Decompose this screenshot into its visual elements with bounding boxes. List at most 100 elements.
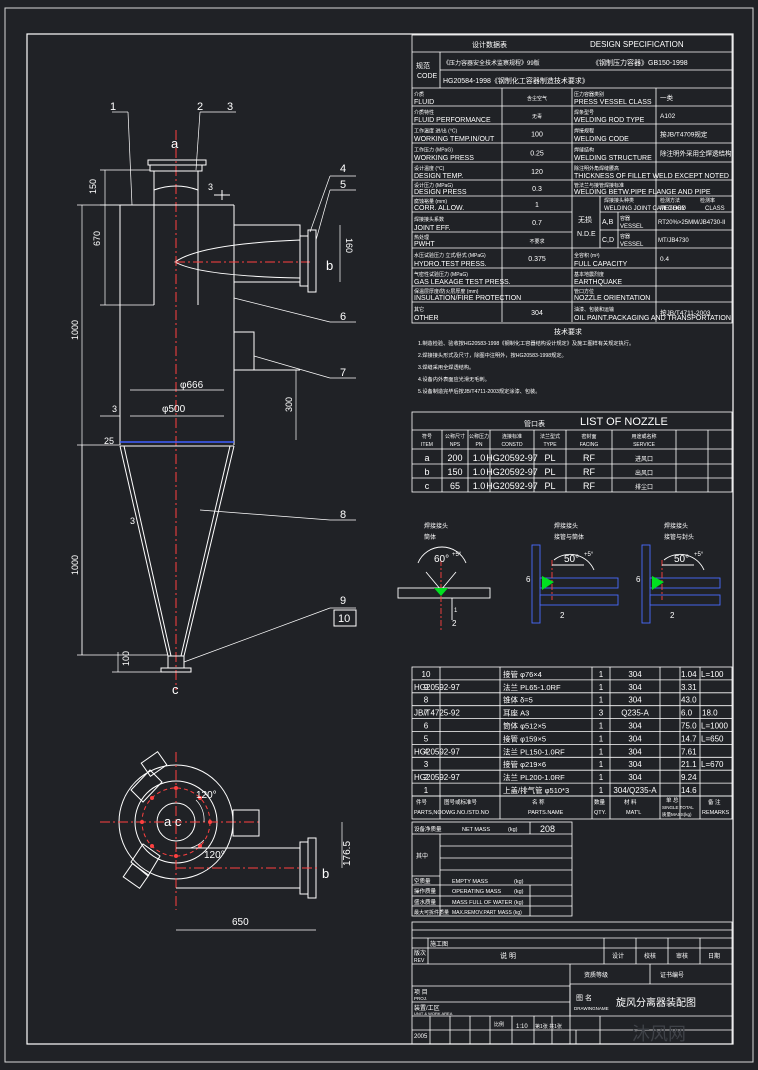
part-label-2: 2 bbox=[197, 101, 203, 113]
nozzle-cell: 1.0 bbox=[473, 453, 486, 463]
tb-inst2-cn: 证书编号 bbox=[660, 971, 684, 979]
part-qty: 1 bbox=[599, 696, 604, 705]
part-single: 14.7 bbox=[681, 734, 697, 743]
mass-net-value: 208 bbox=[540, 824, 555, 834]
spec-right-value: A102 bbox=[660, 113, 676, 120]
part-label-3: 3 bbox=[227, 101, 233, 113]
part-label-5: 5 bbox=[340, 179, 346, 191]
spec-right-cn: 管口方位 bbox=[574, 288, 594, 295]
nozzle-b-label: b bbox=[326, 258, 333, 273]
mass-among-cn: 其中 bbox=[416, 852, 428, 860]
part-label-9: 9 bbox=[340, 595, 346, 607]
nozzle-cell: HG20592-97 bbox=[486, 453, 538, 463]
part-matl: 304 bbox=[628, 722, 642, 731]
dim-phi666: φ666 bbox=[180, 380, 204, 391]
mass-water-unit: (kg) bbox=[514, 900, 524, 906]
tb-rev-en: REV bbox=[414, 958, 425, 964]
tb-col-2: 校核 bbox=[644, 952, 656, 960]
ph-qty-en: QTY. bbox=[594, 810, 607, 816]
tb-inst-cn: 资质等级 bbox=[584, 971, 608, 979]
nozzle-header-cn: 法兰型式 bbox=[540, 433, 560, 440]
spec-left-value: 120 bbox=[531, 169, 543, 176]
tb-col-4: 日期 bbox=[708, 952, 720, 960]
ph-name-cn: 名 称 bbox=[532, 798, 545, 806]
spec-left-value: 0.3 bbox=[532, 186, 542, 193]
spec-left-en: FLUID PERFORMANCE bbox=[414, 117, 491, 124]
mass-water-cn: 盛水质量 bbox=[414, 898, 437, 906]
mass-maxm-cn: 最大可拆件质量 bbox=[414, 909, 449, 916]
nozzle-cell: 出风口 bbox=[635, 469, 653, 477]
nozzle-cell: 200 bbox=[447, 453, 462, 463]
weld-angle: 60° bbox=[434, 554, 449, 565]
part-qty: 1 bbox=[599, 670, 604, 679]
nde-class-en: CLASS bbox=[705, 206, 725, 212]
nde-class-cn: 检测率 bbox=[700, 197, 715, 204]
nde-joint-cn: 焊接接头种类 bbox=[604, 197, 634, 204]
part-remark: L=650 bbox=[701, 734, 724, 743]
part-matl: 304 bbox=[628, 696, 642, 705]
spec-right-en: NOZZLE ORIENTATION bbox=[574, 295, 650, 302]
weld-gap: 2 bbox=[560, 611, 565, 620]
tech-req-item-4: 4.设备内外表面应光滑无毛刺。 bbox=[418, 375, 490, 383]
spec-left-cn: 设计压力 (MPaG) bbox=[414, 182, 453, 189]
nozzle-header-en: SERVICE bbox=[633, 442, 656, 448]
tb-sub-en: UNIT & WORK AREA bbox=[414, 1011, 453, 1016]
nozzle-cell: RF bbox=[583, 467, 595, 477]
spec-title-cn: 设计数据表 bbox=[472, 40, 507, 49]
spec-left-value: 1 bbox=[535, 202, 539, 209]
mass-equip-cn: 设备净质量 bbox=[414, 825, 442, 833]
nozzle-cell: RF bbox=[583, 481, 595, 491]
dim-1000-lower: 1000 bbox=[70, 555, 80, 575]
mass-oper-unit: (kg) bbox=[514, 889, 524, 895]
part-matl: Q235-A bbox=[621, 709, 649, 718]
code-line1-gb: 《钢制压力容器》GB150-1998 bbox=[592, 58, 688, 67]
spec-left-cn: 腐蚀裕量 (mm) bbox=[414, 198, 447, 205]
part-qty: 1 bbox=[599, 734, 604, 743]
mass-net-en: NET MASS bbox=[462, 827, 490, 833]
spec-left-value: 不要求 bbox=[529, 238, 544, 245]
nozzle-title: LIST OF NOZZLE bbox=[580, 416, 668, 428]
weld-root: 6 bbox=[636, 575, 641, 584]
part-name: 接管 φ159×5 bbox=[503, 733, 546, 743]
ph-no-cn: 件号 bbox=[416, 798, 428, 806]
part-name: 法兰 PL150-1.0RF bbox=[503, 746, 565, 756]
nozzle-cell: PL bbox=[544, 481, 555, 491]
dim-150: 150 bbox=[88, 179, 98, 194]
spec-left-cn: 介质特性 bbox=[414, 109, 434, 116]
spec-left-cn: 焊接接头系数 bbox=[414, 216, 444, 223]
nozzle-header-en: NPS bbox=[450, 442, 461, 448]
part-name: 法兰 PL65-1.0RF bbox=[503, 682, 561, 692]
code-label-cn: 规范 bbox=[416, 61, 430, 70]
mass-oper-cn: 操作质量 bbox=[414, 887, 437, 895]
spec-right-value: 一类 bbox=[660, 93, 674, 102]
spec-right-cn: 除注明外角焊缝腰高 bbox=[574, 165, 619, 172]
part-no: 5 bbox=[424, 734, 429, 743]
code-line2: HG20584-1998《钢制化工容器制造技术要求》 bbox=[443, 76, 589, 85]
nozzle-header-cn: 用途或名称 bbox=[631, 433, 656, 440]
dim-100: 100 bbox=[121, 651, 131, 666]
tb-proj-cn: 项 目 bbox=[414, 989, 428, 996]
code-line1-cn: 《压力容器安全技术监察规程》99版 bbox=[443, 59, 540, 67]
nozzle-cell: RF bbox=[583, 453, 595, 463]
spec-right-cn: 焊接规程 bbox=[574, 128, 594, 135]
ph-matl-cn: 材 料 bbox=[624, 798, 637, 806]
spec-left-cn: 工作温度 进/出 (°C) bbox=[414, 128, 457, 135]
part-single: 9.24 bbox=[681, 773, 697, 782]
nozzle-header-cn: 密封面 bbox=[581, 433, 596, 440]
nozzle-a-label: a bbox=[171, 136, 179, 151]
part-single: 21.1 bbox=[681, 760, 697, 769]
part-dwg: HG20592-97 bbox=[414, 773, 460, 782]
spec-left-value: 0.25 bbox=[530, 151, 544, 158]
weld-sub: 筒体 bbox=[424, 533, 436, 541]
ph-dwg-cn: 图号或标准号 bbox=[444, 798, 478, 806]
weld-tol: +5° bbox=[694, 552, 704, 558]
nde-a: A,B bbox=[602, 219, 614, 226]
part-single: 75.0 bbox=[681, 722, 697, 731]
tb-drawing-en: DRAWINGNAME bbox=[574, 1006, 609, 1011]
part-qty: 1 bbox=[599, 747, 604, 756]
part-matl: 304 bbox=[628, 747, 642, 756]
mass-water-en: MASS FULL OF WATER bbox=[452, 900, 512, 906]
part-name: 上盖/排气管 φ510*3 bbox=[503, 785, 569, 795]
tb-sheet: 第1张 共1张 bbox=[535, 1023, 562, 1030]
part-label-6: 6 bbox=[340, 311, 346, 323]
